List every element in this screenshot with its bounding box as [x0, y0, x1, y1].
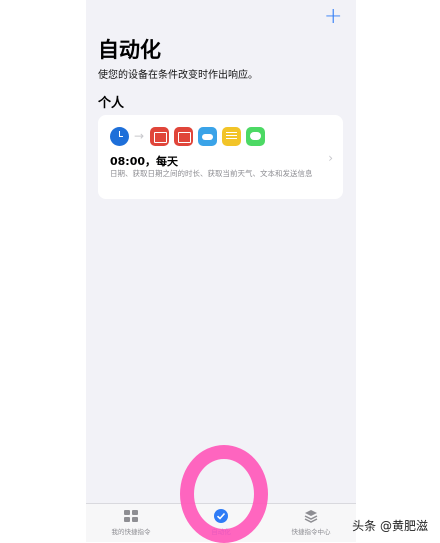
automation-description: 日期、获取日期之间的时长、获取当前天气、文本和发送信息 — [110, 169, 313, 178]
add-automation-button[interactable]: + — [324, 6, 342, 28]
tab-gallery[interactable]: 快捷指令中心 — [266, 508, 356, 536]
arrow-right-icon: → — [134, 129, 145, 143]
automation-icons: → — [110, 125, 270, 147]
automation-title: 08:00，每天 — [110, 155, 179, 168]
clock-icon — [110, 126, 129, 146]
automation-card[interactable]: → 08:00，每天 日期、获取日期之间的时长、获取当前天气、文本和发送信息 › — [98, 115, 343, 199]
section-header-personal: 个人 — [98, 96, 125, 111]
notes-icon — [222, 126, 242, 146]
highlight-circle-annotation — [180, 445, 268, 543]
plus-icon: + — [324, 4, 343, 29]
page-title: 自动化 — [98, 38, 161, 62]
tab-my-shortcuts[interactable]: 我的快捷指令 — [86, 508, 176, 536]
messages-icon — [246, 126, 266, 146]
calendar-icon — [150, 126, 170, 146]
calendar-icon — [174, 126, 194, 146]
grid-icon — [124, 510, 138, 522]
layers-icon — [304, 510, 318, 523]
tab-label: 我的快捷指令 — [111, 528, 151, 536]
watermark: 头条 @黄肥滋 — [352, 519, 428, 533]
weather-icon — [198, 126, 218, 146]
tab-label: 快捷指令中心 — [291, 528, 331, 536]
page-subtitle: 使您的设备在条件改变时作出响应。 — [98, 70, 258, 81]
chevron-right-icon: › — [328, 151, 333, 165]
